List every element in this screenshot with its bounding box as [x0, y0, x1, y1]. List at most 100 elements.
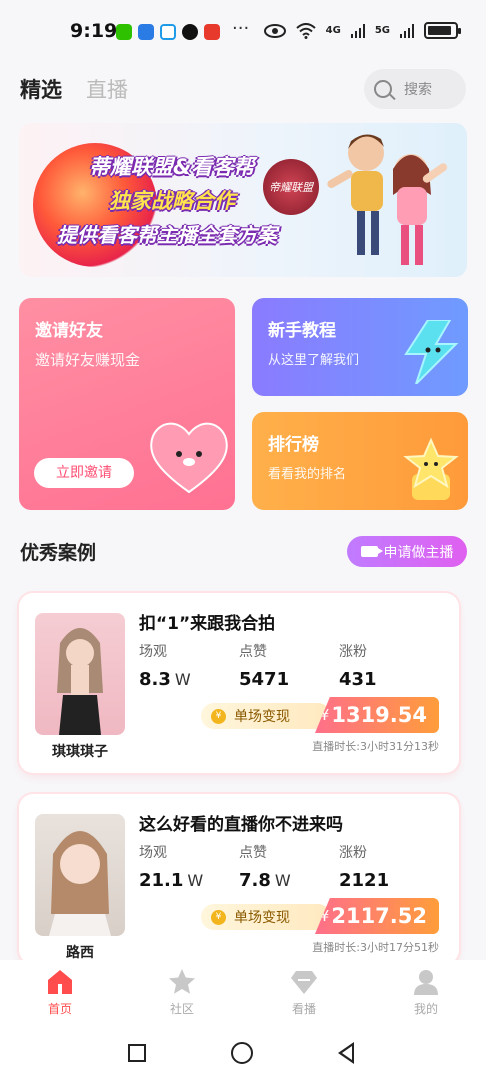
views-value: 21.1 — [139, 870, 184, 891]
case-title: 扣“1”来跟我合拍 — [139, 614, 276, 634]
system-nav-bar — [0, 1026, 486, 1080]
tutorial-card-title: 新手教程 — [268, 321, 336, 341]
banner-line-3: 提供看客帮主播全套方案 — [57, 223, 277, 247]
views-value-row: 21.1 W — [139, 870, 203, 891]
top-nav: 精选 直播 搜索 — [0, 64, 486, 112]
bottom-tab-bar: 首页 社区 看播 我的 — [0, 960, 486, 1026]
tab-featured[interactable]: 精选 — [20, 74, 62, 104]
signal-bars-icon — [400, 23, 414, 38]
coin-icon: ¥ — [211, 909, 226, 925]
user-icon — [414, 970, 438, 995]
case-title: 这么好看的直播你不进来吗 — [139, 815, 343, 835]
invite-card-title: 邀请好友 — [35, 321, 103, 341]
tab-home[interactable]: 首页 — [20, 968, 100, 1017]
earnings-label: 单场变现 — [234, 709, 290, 725]
wifi-icon — [295, 22, 316, 39]
rank-card-title: 排行榜 — [268, 435, 319, 455]
fans-stat: 涨粉 431 — [339, 641, 377, 690]
earnings-tag: ¥ 单场变现 — [201, 703, 331, 729]
views-value-row: 8.3 W — [139, 669, 191, 690]
app-red-icon — [204, 24, 220, 40]
invite-friends-card[interactable]: 邀请好友 邀请好友赚现金 立即邀请 — [19, 298, 235, 510]
system-indicators: 4G 5G — [263, 22, 461, 39]
amount-value: 1319.54 — [331, 703, 427, 727]
trophy-star-icon — [403, 437, 459, 500]
tab-watch[interactable]: 看播 — [264, 968, 344, 1017]
views-stat: 场观 8.3 W — [139, 641, 191, 690]
tab-community[interactable]: 社区 — [142, 968, 222, 1017]
status-time: 9:19 — [70, 20, 118, 42]
tab-watch-label: 看播 — [291, 1002, 316, 1016]
promo-banner[interactable]: 蒂耀联盟&看客帮 独家战略合作 提供看客帮主播全套方案 帝耀联盟 — [19, 123, 467, 277]
wechat-icon — [116, 24, 132, 40]
back-button[interactable] — [338, 1042, 354, 1064]
recent-apps-button[interactable] — [128, 1044, 146, 1062]
fans-stat: 涨粉 2121 — [339, 842, 389, 891]
views-unit: W — [187, 871, 204, 890]
views-label: 场观 — [139, 845, 167, 861]
status-bar: 9:19 ··· 4G 5G — [0, 0, 486, 64]
views-value: 8.3 — [139, 669, 171, 690]
battery-fill — [428, 26, 452, 35]
case-card[interactable]: 琪琪琪子 扣“1”来跟我合拍 场观 8.3 W 点赞 5471 涨粉 431 ¥ … — [19, 593, 459, 773]
star-icon — [169, 969, 195, 994]
home-button[interactable] — [231, 1042, 253, 1064]
views-unit: W — [174, 670, 191, 689]
likes-label: 点赞 — [239, 845, 267, 861]
cartoon-couple-illustration — [327, 134, 448, 265]
apply-anchor-button[interactable]: 申请做主播 — [347, 536, 467, 567]
signal-5g-icon: 5G — [374, 25, 390, 36]
tab-live[interactable]: 直播 — [86, 74, 128, 104]
tab-community-label: 社区 — [169, 1002, 194, 1016]
search-label: 搜索 — [404, 82, 432, 98]
streamer-photo — [57, 628, 103, 735]
beginner-tutorial-card[interactable]: 新手教程 从这里了解我们 — [252, 298, 468, 396]
tab-mine-label: 我的 — [413, 1002, 438, 1016]
tab-home-label: 首页 — [47, 1002, 72, 1016]
live-duration: 直播时长:3小时17分51秒 — [312, 941, 439, 954]
streamer-name: 路西 — [66, 945, 94, 961]
signal-bars-icon — [350, 23, 365, 38]
likes-label: 点赞 — [239, 644, 267, 660]
tab-mine[interactable]: 我的 — [386, 968, 466, 1017]
leaderboard-card[interactable]: 排行榜 看看我的排名 — [252, 412, 468, 510]
video-camera-icon — [360, 546, 383, 557]
streamer-photo — [49, 831, 111, 936]
section-title: 优秀案例 — [20, 542, 97, 564]
battery-icon — [424, 22, 461, 39]
alliance-seal-logo: 帝耀联盟 — [263, 159, 319, 215]
notification-icons — [116, 24, 220, 40]
diamond-icon — [291, 971, 317, 994]
streamer-avatar — [35, 613, 125, 735]
earnings-label: 单场变现 — [234, 910, 290, 926]
app-mobile-icon — [160, 24, 176, 40]
seal-text: 帝耀联盟 — [269, 181, 313, 194]
search-icon — [374, 80, 392, 98]
streamer-avatar — [35, 814, 125, 936]
lightning-mascot-icon — [404, 320, 459, 384]
banner-text: 蒂耀联盟&看客帮 独家战略合作 提供看客帮主播全套方案 — [57, 151, 277, 248]
fans-value: 431 — [339, 669, 377, 690]
live-duration: 直播时长:3小时31分13秒 — [312, 740, 439, 753]
streamer-name: 琪琪琪子 — [52, 744, 108, 760]
apply-anchor-label: 申请做主播 — [383, 544, 454, 561]
coin-icon: ¥ — [211, 708, 226, 724]
rank-card-subtitle: 看看我的排名 — [268, 467, 347, 482]
banner-line-1: 蒂耀联盟&看客帮 — [89, 155, 255, 179]
fans-label: 涨粉 — [339, 845, 367, 861]
likes-value-row: 7.8 W — [239, 870, 291, 891]
likes-value: 5471 — [239, 669, 290, 690]
likes-value-row: 5471 — [239, 669, 289, 690]
search-button[interactable]: 搜索 — [364, 69, 466, 109]
earnings-amount: ¥ 2117.52 — [315, 898, 439, 934]
likes-stat: 点赞 7.8 W — [239, 842, 291, 891]
likes-unit: W — [274, 871, 291, 890]
case-card[interactable]: 路西 这么好看的直播你不进来吗 场观 21.1 W 点赞 7.8 W 涨粉 2121… — [19, 794, 459, 964]
earnings-amount: ¥ 1319.54 — [315, 697, 439, 733]
invite-now-button[interactable]: 立即邀请 — [34, 458, 134, 488]
fans-value: 2121 — [339, 870, 390, 891]
likes-stat: 点赞 5471 — [239, 641, 289, 690]
likes-value: 7.8 — [239, 870, 271, 891]
views-label: 场观 — [139, 644, 167, 660]
fans-label: 涨粉 — [339, 644, 367, 660]
